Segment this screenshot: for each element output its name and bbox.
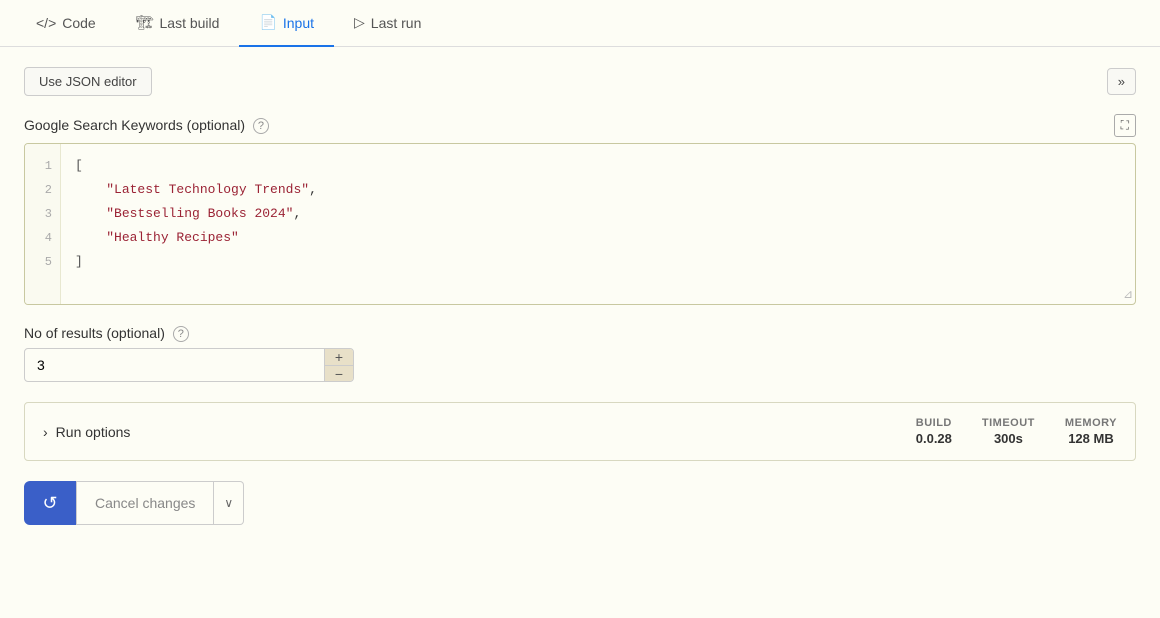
results-optional: (optional) [106, 325, 164, 341]
run-options-left: › Run options [43, 424, 130, 440]
run-options-stats: BUILD 0.0.28 TIMEOUT 300s MEMORY 128 MB [916, 417, 1117, 446]
keywords-optional: (optional) [187, 117, 245, 133]
stat-build: BUILD 0.0.28 [916, 417, 952, 446]
main-content: Use JSON editor » Google Search Keywords… [0, 47, 1160, 545]
results-header: No of results (optional) ? [24, 325, 1136, 342]
stat-build-value: 0.0.28 [916, 431, 952, 446]
stepper-up-button[interactable]: + [325, 349, 353, 366]
tab-input[interactable]: 📄 Input [239, 0, 334, 47]
number-input-wrap: + − [24, 348, 354, 382]
keywords-section: Google Search Keywords (optional) ? ⛶ 1 … [24, 114, 1136, 305]
stepper-down-button[interactable]: − [325, 366, 353, 382]
results-help-icon[interactable]: ? [173, 326, 189, 342]
code-icon: </> [36, 15, 56, 31]
dropdown-chevron-icon: ∨ [224, 496, 233, 510]
json-editor-button[interactable]: Use JSON editor [24, 67, 152, 96]
run-options-chevron: › [43, 424, 48, 440]
keywords-label-text: Google Search Keywords [24, 117, 183, 133]
build-icon: 🏗 [136, 14, 154, 31]
tab-last-run[interactable]: ▷ Last run [334, 0, 441, 47]
stat-memory-value: 128 MB [1065, 431, 1117, 446]
run-button-icon: ↺ [42, 493, 57, 514]
run-options-label: Run options [56, 424, 131, 440]
bottom-bar: ↺ Cancel changes ∨ [24, 481, 1136, 525]
code-content[interactable]: [ "Latest Technology Trends", "Bestselli… [61, 144, 1135, 304]
results-label: No of results (optional) ? [24, 325, 189, 342]
tab-last-build[interactable]: 🏗 Last build [116, 0, 240, 47]
run-icon: ▷ [354, 14, 365, 31]
toolbar: Use JSON editor » [24, 67, 1136, 96]
keywords-label: Google Search Keywords (optional) ? [24, 117, 269, 134]
resize-handle[interactable]: ⊿ [1123, 287, 1133, 302]
tab-code[interactable]: </> Code [16, 0, 116, 47]
keywords-editor[interactable]: 1 2 3 4 5 [ "Latest Technology Trends", … [24, 143, 1136, 305]
stat-timeout: TIMEOUT 300s [982, 417, 1035, 446]
stat-timeout-label: TIMEOUT [982, 417, 1035, 429]
line-num-3: 3 [33, 202, 52, 226]
stat-build-label: BUILD [916, 417, 952, 429]
input-icon: 📄 [259, 14, 276, 31]
keywords-header: Google Search Keywords (optional) ? ⛶ [24, 114, 1136, 137]
stat-memory: MEMORY 128 MB [1065, 417, 1117, 446]
results-label-text: No of results [24, 325, 103, 341]
fullscreen-icon[interactable]: ⛶ [1114, 114, 1136, 137]
stepper-buttons: + − [324, 349, 353, 381]
line-num-4: 4 [33, 226, 52, 250]
stat-memory-label: MEMORY [1065, 417, 1117, 429]
expand-button[interactable]: » [1107, 68, 1136, 95]
keywords-help-icon[interactable]: ? [253, 118, 269, 134]
line-num-1: 1 [33, 154, 52, 178]
line-num-5: 5 [33, 250, 52, 274]
dropdown-button[interactable]: ∨ [214, 481, 244, 525]
results-section: No of results (optional) ? + − [24, 325, 1136, 382]
results-input[interactable] [25, 349, 324, 381]
stat-timeout-value: 300s [982, 431, 1035, 446]
tab-bar: </> Code 🏗 Last build 📄 Input ▷ Last run [0, 0, 1160, 47]
run-options-header[interactable]: › Run options BUILD 0.0.28 TIMEOUT 300s … [25, 403, 1135, 460]
code-editor-inner: 1 2 3 4 5 [ "Latest Technology Trends", … [25, 144, 1135, 304]
line-numbers: 1 2 3 4 5 [25, 144, 61, 304]
line-num-2: 2 [33, 178, 52, 202]
cancel-button[interactable]: Cancel changes [76, 481, 214, 525]
run-options-panel: › Run options BUILD 0.0.28 TIMEOUT 300s … [24, 402, 1136, 461]
run-button[interactable]: ↺ [24, 481, 76, 525]
